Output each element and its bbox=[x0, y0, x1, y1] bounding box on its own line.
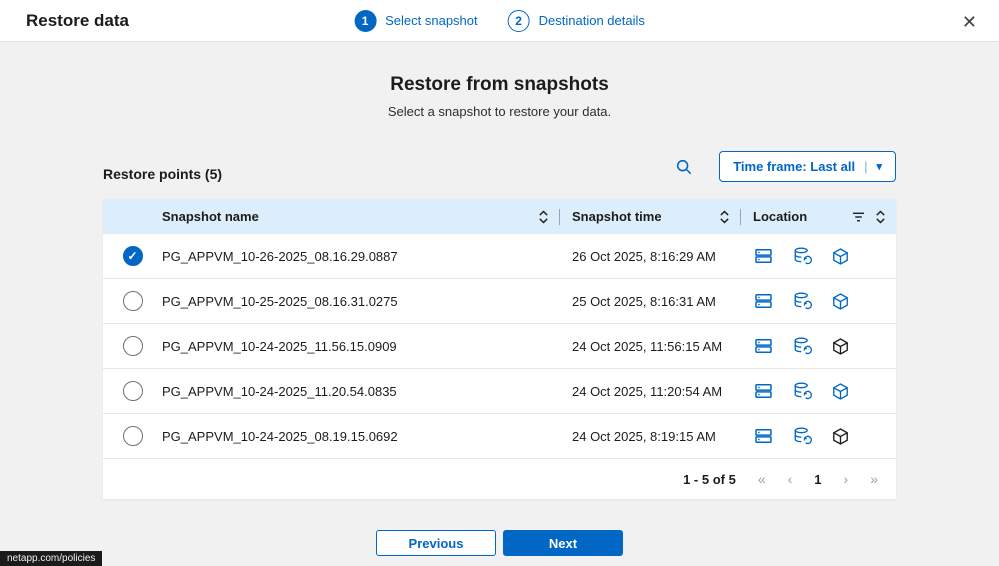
step-select-snapshot[interactable]: 1 Select snapshot bbox=[354, 9, 478, 32]
chevron-down-icon: ▾ bbox=[876, 161, 882, 173]
step-1-number: 1 bbox=[354, 9, 377, 32]
table-row[interactable]: PG_APPVM_10-26-2025_08.16.29.0887 26 Oct… bbox=[103, 234, 896, 279]
close-icon[interactable]: ✕ bbox=[958, 9, 981, 35]
restore-data-dialog: Restore data 1 Select snapshot 2 Destina… bbox=[0, 0, 999, 566]
snapshot-time: 26 Oct 2025, 8:16:29 AM bbox=[572, 248, 716, 264]
storage-icon[interactable] bbox=[753, 291, 774, 311]
storage-icon[interactable] bbox=[753, 426, 774, 446]
column-divider bbox=[559, 208, 560, 225]
page-range-label: 1 - 5 of 5 bbox=[683, 471, 736, 487]
column-header-snapshot-name: Snapshot name bbox=[162, 209, 259, 224]
storage-icon[interactable] bbox=[753, 336, 774, 356]
package-icon[interactable] bbox=[831, 382, 850, 401]
column-header-location: Location bbox=[753, 209, 808, 224]
previous-button[interactable]: Previous bbox=[376, 530, 496, 556]
snapshot-time: 24 Oct 2025, 11:20:54 AM bbox=[572, 383, 723, 399]
restore-points-label: Restore points (5) bbox=[103, 166, 223, 182]
snapshot-table: Snapshot name Snapshot time Location ✓ P… bbox=[103, 199, 896, 499]
package-icon[interactable] bbox=[831, 337, 850, 356]
table-pagination: 1 - 5 of 5 « ‹ 1 › » bbox=[103, 459, 896, 499]
snapshot-radio[interactable] bbox=[122, 426, 143, 446]
snapshot-radio[interactable] bbox=[122, 336, 143, 356]
page-title: Restore data bbox=[26, 10, 129, 30]
search-icon[interactable] bbox=[673, 156, 695, 178]
snapshot-name: PG_APPVM_10-25-2025_08.16.31.0275 bbox=[162, 293, 398, 309]
filter-icon[interactable] bbox=[852, 211, 865, 223]
timeframe-label: Time frame: Last all bbox=[733, 159, 856, 174]
snapshot-time: 24 Oct 2025, 11:56:15 AM bbox=[572, 338, 723, 354]
column-header-snapshot-time: Snapshot time bbox=[572, 209, 662, 224]
snapshot-time: 25 Oct 2025, 8:16:31 AM bbox=[572, 293, 716, 309]
storage-icon[interactable] bbox=[753, 246, 774, 266]
package-icon[interactable] bbox=[831, 247, 850, 266]
table-header-row: Snapshot name Snapshot time Location bbox=[103, 199, 896, 234]
package-icon[interactable] bbox=[831, 292, 850, 311]
dialog-header: Restore data 1 Select snapshot 2 Destina… bbox=[0, 0, 999, 42]
previous-page-icon[interactable]: ‹ bbox=[788, 471, 793, 487]
last-page-icon[interactable]: » bbox=[870, 471, 878, 487]
snapshot-name: PG_APPVM_10-24-2025_11.56.15.0909 bbox=[162, 338, 397, 354]
timeframe-dropdown[interactable]: Time frame: Last all | ▾ bbox=[719, 151, 896, 182]
database-sync-icon[interactable] bbox=[792, 426, 813, 446]
table-row[interactable]: PG_APPVM_10-24-2025_11.56.15.0909 24 Oct… bbox=[103, 324, 896, 369]
storage-icon[interactable] bbox=[753, 381, 774, 401]
step-2-number: 2 bbox=[507, 9, 530, 32]
column-divider bbox=[740, 208, 741, 225]
snapshot-radio[interactable] bbox=[122, 381, 143, 401]
content-subheading: Select a snapshot to restore your data. bbox=[387, 104, 612, 119]
snapshot-name: PG_APPVM_10-26-2025_08.16.29.0887 bbox=[162, 248, 398, 264]
table-row[interactable]: PG_APPVM_10-25-2025_08.16.31.0275 25 Oct… bbox=[103, 279, 896, 324]
current-page-number: 1 bbox=[814, 471, 822, 487]
timeframe-divider: | bbox=[864, 159, 868, 174]
wizard-stepper: 1 Select snapshot 2 Destination details bbox=[354, 9, 645, 32]
step-destination-details[interactable]: 2 Destination details bbox=[507, 9, 645, 32]
snapshot-radio[interactable] bbox=[122, 246, 143, 266]
table-row[interactable]: PG_APPVM_10-24-2025_11.20.54.0835 24 Oct… bbox=[103, 369, 896, 414]
sort-icon[interactable] bbox=[875, 209, 886, 224]
snapshot-radio[interactable] bbox=[122, 291, 143, 311]
link-preview-statusbar: netapp.com/policies bbox=[0, 551, 103, 566]
database-sync-icon[interactable] bbox=[792, 336, 813, 356]
database-sync-icon[interactable] bbox=[792, 381, 813, 401]
content-heading: Restore from snapshots bbox=[390, 74, 609, 95]
sort-icon[interactable] bbox=[719, 209, 730, 224]
snapshot-name: PG_APPVM_10-24-2025_08.19.15.0692 bbox=[162, 428, 398, 444]
table-toolbar: Restore points (5) Time frame: Last all … bbox=[103, 151, 896, 182]
first-page-icon[interactable]: « bbox=[758, 471, 766, 487]
sort-icon[interactable] bbox=[538, 209, 549, 224]
table-row[interactable]: PG_APPVM_10-24-2025_08.19.15.0692 24 Oct… bbox=[103, 414, 896, 459]
package-icon[interactable] bbox=[831, 427, 850, 446]
step-2-label: Destination details bbox=[538, 13, 645, 28]
next-button[interactable]: Next bbox=[503, 530, 623, 556]
wizard-footer: Previous Next bbox=[0, 530, 999, 556]
snapshot-name: PG_APPVM_10-24-2025_11.20.54.0835 bbox=[162, 383, 397, 399]
database-sync-icon[interactable] bbox=[792, 291, 813, 311]
snapshot-time: 24 Oct 2025, 8:19:15 AM bbox=[572, 428, 716, 444]
step-1-label: Select snapshot bbox=[385, 13, 478, 28]
snapshot-panel: Restore points (5) Time frame: Last all … bbox=[103, 151, 896, 499]
next-page-icon[interactable]: › bbox=[844, 471, 849, 487]
database-sync-icon[interactable] bbox=[792, 246, 813, 266]
